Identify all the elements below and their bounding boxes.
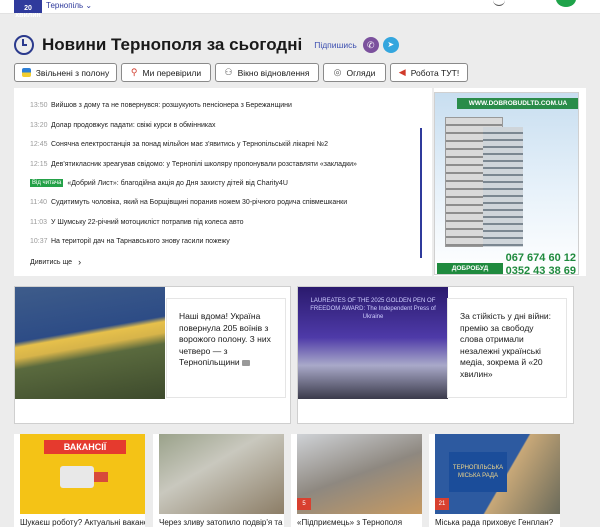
news-feed: 13:50 Вийшов з дому та не повернувся: ро… xyxy=(14,88,432,276)
vacancies-banner: ВАКАНСІЇ xyxy=(44,440,126,454)
flag-icon xyxy=(21,68,31,77)
tag-reviews[interactable]: ◎ Огляди xyxy=(323,63,386,82)
comments-badge: 5 xyxy=(297,498,311,510)
news-time: 11:40 xyxy=(30,198,47,206)
tag-we-checked[interactable]: ⚲ Ми перевірили xyxy=(121,63,211,82)
news-item[interactable]: 12:45 Сонячна електростанція за понад мі… xyxy=(30,138,328,150)
building-image xyxy=(483,127,523,247)
featured-title[interactable]: Наші вдома! Україна повернула 205 воїнів… xyxy=(179,311,271,367)
news-time: 13:50 xyxy=(30,101,48,109)
topic-tags: Звільнені з полону ⚲ Ми перевірили ⚇ Вік… xyxy=(14,63,468,82)
news-card[interactable]: 5 «Підприємець» з Тернополя xyxy=(291,434,422,527)
comments-badge: 21 xyxy=(435,498,449,510)
news-text[interactable]: Судитимуть чоловіка, який на Борщівщині … xyxy=(51,199,347,206)
telegram-icon[interactable]: ➤ xyxy=(382,37,399,53)
news-text[interactable]: Сонячна електростанція за понад мільйон … xyxy=(51,141,328,148)
feed-scrollbar[interactable] xyxy=(420,128,422,258)
card-title[interactable]: Міська рада приховує Генплан? xyxy=(435,518,560,527)
card-title[interactable]: Шукаєш роботу? Актуальні вакансії, xyxy=(20,518,145,527)
megaphone-icon: ◀ xyxy=(398,67,406,77)
viber-icon[interactable]: ✆ xyxy=(362,37,379,53)
image-caption: LAUREATES OF THE 2025 GOLDEN PEN OF FREE… xyxy=(310,298,436,320)
advertisement[interactable]: WWW.DOBROBUDLTD.COM.UA 067 674 60 12 035… xyxy=(434,88,586,276)
featured-caption[interactable]: Наші вдома! Україна повернула 205 воїнів… xyxy=(167,299,285,397)
news-item[interactable]: Від читача «Добрий Лист»: благодійна акц… xyxy=(30,177,288,189)
tag-label: Ми перевірили xyxy=(142,67,202,78)
card-image[interactable] xyxy=(297,434,422,514)
news-text[interactable]: Вийшов з дому та не повернувся: розшукую… xyxy=(51,102,292,109)
featured-article[interactable]: LAUREATES OF THE 2025 GOLDEN PEN OF FREE… xyxy=(297,286,574,424)
logo-text: 20 хвилин xyxy=(15,5,41,19)
news-item[interactable]: 11:40 Судитимуть чоловіка, який на Борщі… xyxy=(30,196,347,208)
news-text[interactable]: «Добрий Лист»: благодійна акція до Дня з… xyxy=(67,180,288,187)
magnifier-icon: ⚲ xyxy=(130,67,138,77)
ad-phone: 0352 43 38 69 xyxy=(505,265,576,275)
ad-banner[interactable]: WWW.DOBROBUDLTD.COM.UA 067 674 60 12 035… xyxy=(434,92,579,275)
news-text[interactable]: У Шумську 22-річний мотоцикліст потрапив… xyxy=(51,219,243,226)
tag-jobs[interactable]: ◀ Робота ТУТ! xyxy=(390,63,468,82)
news-text[interactable]: Дев'ятикласник зреагував свідомо: у Терн… xyxy=(51,161,357,168)
featured-article[interactable]: Наші вдома! Україна повернула 205 воїнів… xyxy=(14,286,291,424)
featured-caption[interactable]: За стійкість у дні війни: премію за своб… xyxy=(448,299,566,397)
ad-brand: ДОБРОБУД xyxy=(437,263,503,274)
ad-url: WWW.DOBROBUDLTD.COM.UA xyxy=(457,98,578,109)
person-icon: ⚇ xyxy=(224,67,233,77)
card-image[interactable]: ТЕРНОПІЛЬСЬКА МІСЬКА РАДА xyxy=(435,434,560,514)
see-more-link[interactable]: Дивитись ще › xyxy=(30,257,81,267)
news-text[interactable]: Долар продовжує падати: свіжі курси в об… xyxy=(51,122,216,129)
news-time: 12:45 xyxy=(30,140,48,148)
tag-recovery-window[interactable]: ⚇ Вікно відновлення xyxy=(215,63,319,82)
news-item[interactable]: 12:15 Дев'ятикласник зреагував свідомо: … xyxy=(30,158,357,170)
featured-title[interactable]: За стійкість у дні війни: премію за своб… xyxy=(460,311,551,379)
news-card[interactable]: Через зливу затопило подвір'я та xyxy=(153,434,284,527)
card-title[interactable]: Через зливу затопило подвір'я та xyxy=(159,518,284,527)
user-account-icon[interactable] xyxy=(556,0,576,7)
top-header: 20 хвилин Тернопіль ⌄ xyxy=(0,0,600,19)
search-icon[interactable] xyxy=(493,0,505,6)
news-text[interactable]: На території дач на Тарнавського знову г… xyxy=(51,238,230,245)
news-item[interactable]: 10:37 На території дач на Тарнавського з… xyxy=(30,235,230,247)
card-image[interactable]: ВАКАНСІЇ xyxy=(20,434,145,514)
article-image[interactable]: LAUREATES OF THE 2025 GOLDEN PEN OF FREE… xyxy=(298,287,448,399)
news-item[interactable]: 13:20 Долар продовжує падати: свіжі курс… xyxy=(30,119,216,131)
page-title-row: Новини Тернополя за сьогодні Підпишись ✆… xyxy=(14,34,399,56)
news-item[interactable]: 11:03 У Шумську 22-річний мотоцикліст по… xyxy=(30,216,243,228)
tag-label: Звільнені з полону xyxy=(35,67,110,78)
tag-label: Вікно відновлення xyxy=(237,67,310,78)
clock-icon xyxy=(14,35,34,55)
tag-freed-from-captivity[interactable]: Звільнені з полону xyxy=(14,63,117,82)
news-item[interactable]: 13:50 Вийшов з дому та не повернувся: ро… xyxy=(30,99,292,111)
reader-badge: Від читача xyxy=(30,179,64,187)
city-council-plaque: ТЕРНОПІЛЬСЬКА МІСЬКА РАДА xyxy=(449,452,507,492)
eye-icon: ◎ xyxy=(333,67,342,77)
tag-label: Огляди xyxy=(346,67,376,78)
news-time: 13:20 xyxy=(30,121,48,129)
page-title: Новини Тернополя за сьогодні xyxy=(42,35,303,54)
card-image[interactable] xyxy=(159,434,284,514)
news-card[interactable]: ТЕРНОПІЛЬСЬКА МІСЬКА РАДА 21 Міська рада… xyxy=(429,434,560,527)
site-logo[interactable]: 20 хвилин xyxy=(14,0,42,19)
chevron-right-icon: › xyxy=(78,257,82,267)
tag-label: Робота ТУТ! xyxy=(410,67,460,78)
camera-icon xyxy=(242,359,251,366)
card-title[interactable]: «Підприємець» з Тернополя xyxy=(297,518,422,527)
subscribe-label: Підпишись xyxy=(314,40,357,50)
ad-phone: 067 674 60 12 xyxy=(505,252,576,264)
see-more-label: Дивитись ще xyxy=(30,258,73,266)
article-image[interactable] xyxy=(15,287,165,399)
ad-phones: 067 674 60 12 0352 43 38 69 xyxy=(505,252,576,275)
news-time: 11:03 xyxy=(30,218,47,226)
news-time: 12:15 xyxy=(30,160,48,168)
city-selector[interactable]: Тернопіль ⌄ xyxy=(46,1,92,10)
news-time: 10:37 xyxy=(30,237,48,245)
news-card[interactable]: ВАКАНСІЇ Шукаєш роботу? Актуальні ваканс… xyxy=(14,434,145,527)
megaphone-icon xyxy=(60,466,94,488)
